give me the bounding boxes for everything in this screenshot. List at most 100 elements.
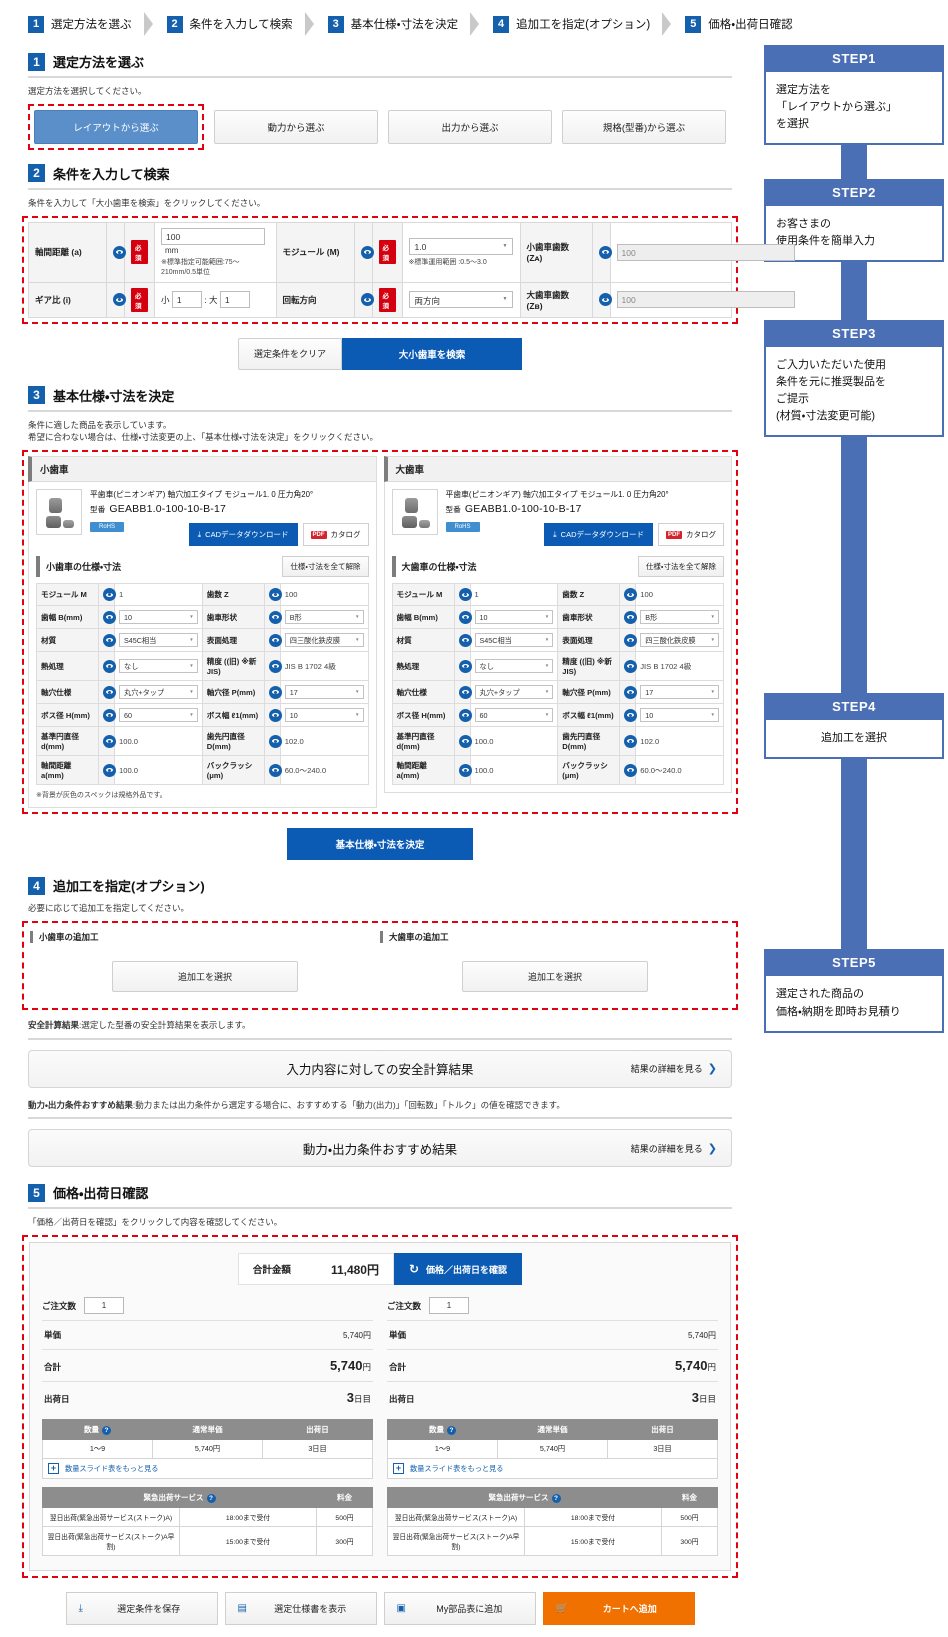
large-teeth-input[interactable]: 100 (616, 291, 795, 308)
spec-info-cell[interactable] (263, 680, 282, 704)
spec-select[interactable]: 60 (474, 708, 554, 722)
qty-slide-more-row[interactable]: + 数量スライド表をもっと見る (42, 1459, 373, 1479)
spec-info-cell[interactable] (619, 651, 638, 681)
spec-info-cell[interactable] (98, 628, 116, 652)
eye-icon[interactable] (458, 588, 472, 601)
spec-info-cell[interactable] (263, 605, 282, 629)
eye-icon[interactable] (598, 293, 612, 306)
spec-info-cell[interactable] (619, 583, 638, 606)
eye-icon[interactable] (113, 245, 126, 259)
spec-info-cell[interactable] (453, 680, 472, 704)
eye-icon[interactable] (268, 763, 282, 777)
spec-select[interactable]: S45C相当 (474, 633, 554, 647)
safety-result-more[interactable]: 結果の詳細を見る ❯ (631, 1062, 717, 1075)
eye-icon[interactable] (624, 708, 638, 722)
spec-select[interactable]: 17 (640, 685, 719, 699)
spec-select[interactable]: 17 (284, 685, 364, 699)
help-icon[interactable]: ? (551, 1494, 561, 1503)
safety-result-accordion[interactable]: 入力内容に対しての安全計算結果 結果の詳細を見る ❯ (28, 1049, 732, 1088)
spec-info-cell[interactable] (98, 651, 116, 681)
method-button-output[interactable]: 出力から選ぶ (388, 109, 552, 144)
spec-info-cell[interactable] (98, 583, 116, 606)
spec-select[interactable]: 四三酸化鉄皮膜 (284, 633, 364, 647)
order-qty-input[interactable]: 1 (429, 1297, 470, 1314)
select-additional-machining-small-button[interactable]: 追加工を選択 (112, 960, 298, 992)
method-button-standard[interactable]: 規格(型番)から選ぶ (562, 109, 726, 144)
order-qty-input[interactable]: 1 (84, 1297, 125, 1314)
breadcrumb-step-2[interactable]: 2 条件を入力して検索 (166, 12, 328, 36)
breadcrumb-step-5[interactable]: 5 価格・出荷日確認 (685, 15, 798, 33)
spec-info-cell[interactable] (263, 651, 282, 681)
search-gears-button[interactable]: 大小歯車を検索 (342, 337, 522, 370)
eye-icon[interactable] (268, 610, 282, 624)
spec-select[interactable]: 四三酸化鉄皮膜 (640, 633, 719, 647)
eye-icon[interactable] (624, 659, 638, 673)
spec-select[interactable]: 60 (119, 708, 198, 722)
catalog-button[interactable]: PDF カタログ (302, 523, 369, 546)
eye-icon[interactable] (268, 708, 282, 722)
small-teeth-input[interactable]: 100 (616, 243, 795, 261)
spec-info-cell[interactable] (98, 605, 116, 629)
spec-info-cell[interactable] (263, 583, 282, 606)
breadcrumb-step-4[interactable]: 4 追加工を指定(オプション) (493, 12, 685, 36)
spec-select[interactable]: 10 (640, 708, 719, 722)
spec-info-cell[interactable] (619, 726, 638, 756)
eye-icon[interactable] (113, 293, 126, 306)
confirm-price-shipping-button[interactable]: ↻ 価格／出荷日を確認 (393, 1253, 523, 1285)
spec-info-cell[interactable] (453, 726, 472, 756)
spec-info-cell[interactable] (453, 583, 472, 606)
spec-info-cell[interactable] (98, 755, 116, 785)
help-icon[interactable]: ? (102, 1426, 111, 1435)
eye-icon[interactable] (624, 588, 638, 601)
eye-icon[interactable] (268, 659, 282, 673)
clear-specs-button[interactable]: 仕様・寸法を全て解除 (282, 556, 369, 577)
spec-info-cell[interactable] (619, 628, 638, 652)
spec-select[interactable]: なし (119, 659, 198, 673)
help-icon[interactable]: ? (447, 1426, 456, 1435)
spec-info-cell[interactable] (98, 703, 116, 727)
spec-select[interactable]: 10 (474, 610, 554, 624)
select-additional-machining-large-button[interactable]: 追加工を選択 (462, 960, 648, 992)
eye-icon[interactable] (458, 708, 472, 722)
spec-info-cell[interactable] (453, 703, 472, 727)
eye-icon[interactable] (268, 633, 282, 647)
eye-icon[interactable] (624, 610, 638, 624)
gear-ratio-info-cell[interactable] (106, 281, 126, 318)
module-select[interactable]: 1.0 (408, 237, 513, 255)
spec-info-cell[interactable] (98, 726, 116, 756)
spec-select[interactable]: B形 (640, 610, 719, 624)
eye-icon[interactable] (624, 734, 638, 748)
axis-distance-info-cell[interactable] (106, 221, 126, 283)
eye-icon[interactable] (103, 734, 116, 748)
eye-icon[interactable] (598, 245, 612, 259)
cad-download-button[interactable]: ⤓ CADデータダウンロード (544, 523, 653, 546)
save-conditions-button[interactable]: ⤓ 選定条件を保存 (65, 1592, 218, 1625)
spec-info-cell[interactable] (263, 726, 282, 756)
rotation-info-cell[interactable] (353, 281, 374, 318)
eye-icon[interactable] (103, 685, 116, 699)
eye-icon[interactable] (458, 734, 472, 748)
eye-icon[interactable] (103, 659, 116, 673)
decide-basic-spec-button[interactable]: 基本仕様・寸法を決定 (287, 828, 473, 860)
eye-icon[interactable] (458, 659, 472, 673)
eye-icon[interactable] (268, 734, 282, 748)
spec-info-cell[interactable] (263, 703, 282, 727)
method-button-power[interactable]: 動力から選ぶ (214, 109, 378, 144)
qty-slide-more-row[interactable]: + 数量スライド表をもっと見る (387, 1459, 718, 1479)
clear-specs-button[interactable]: 仕様・寸法を全て解除 (637, 556, 724, 577)
large-teeth-info-cell[interactable] (591, 281, 612, 318)
eye-icon[interactable] (360, 293, 374, 306)
eye-icon[interactable] (624, 685, 638, 699)
show-spec-sheet-button[interactable]: ▤ 選定仕様書を表示 (224, 1592, 377, 1625)
clear-conditions-button[interactable]: 選定条件をクリア (238, 337, 342, 370)
spec-select[interactable]: S45C相当 (119, 633, 198, 647)
spec-select[interactable]: 丸穴+タップ (474, 685, 554, 699)
cad-download-button[interactable]: ⤓ CADデータダウンロード (188, 523, 298, 546)
module-info-cell[interactable] (353, 221, 374, 283)
spec-info-cell[interactable] (619, 605, 638, 629)
spec-select[interactable]: B形 (284, 610, 364, 624)
spec-info-cell[interactable] (453, 605, 472, 629)
spec-info-cell[interactable] (619, 680, 638, 704)
eye-icon[interactable] (103, 610, 116, 624)
eye-icon[interactable] (103, 763, 116, 777)
